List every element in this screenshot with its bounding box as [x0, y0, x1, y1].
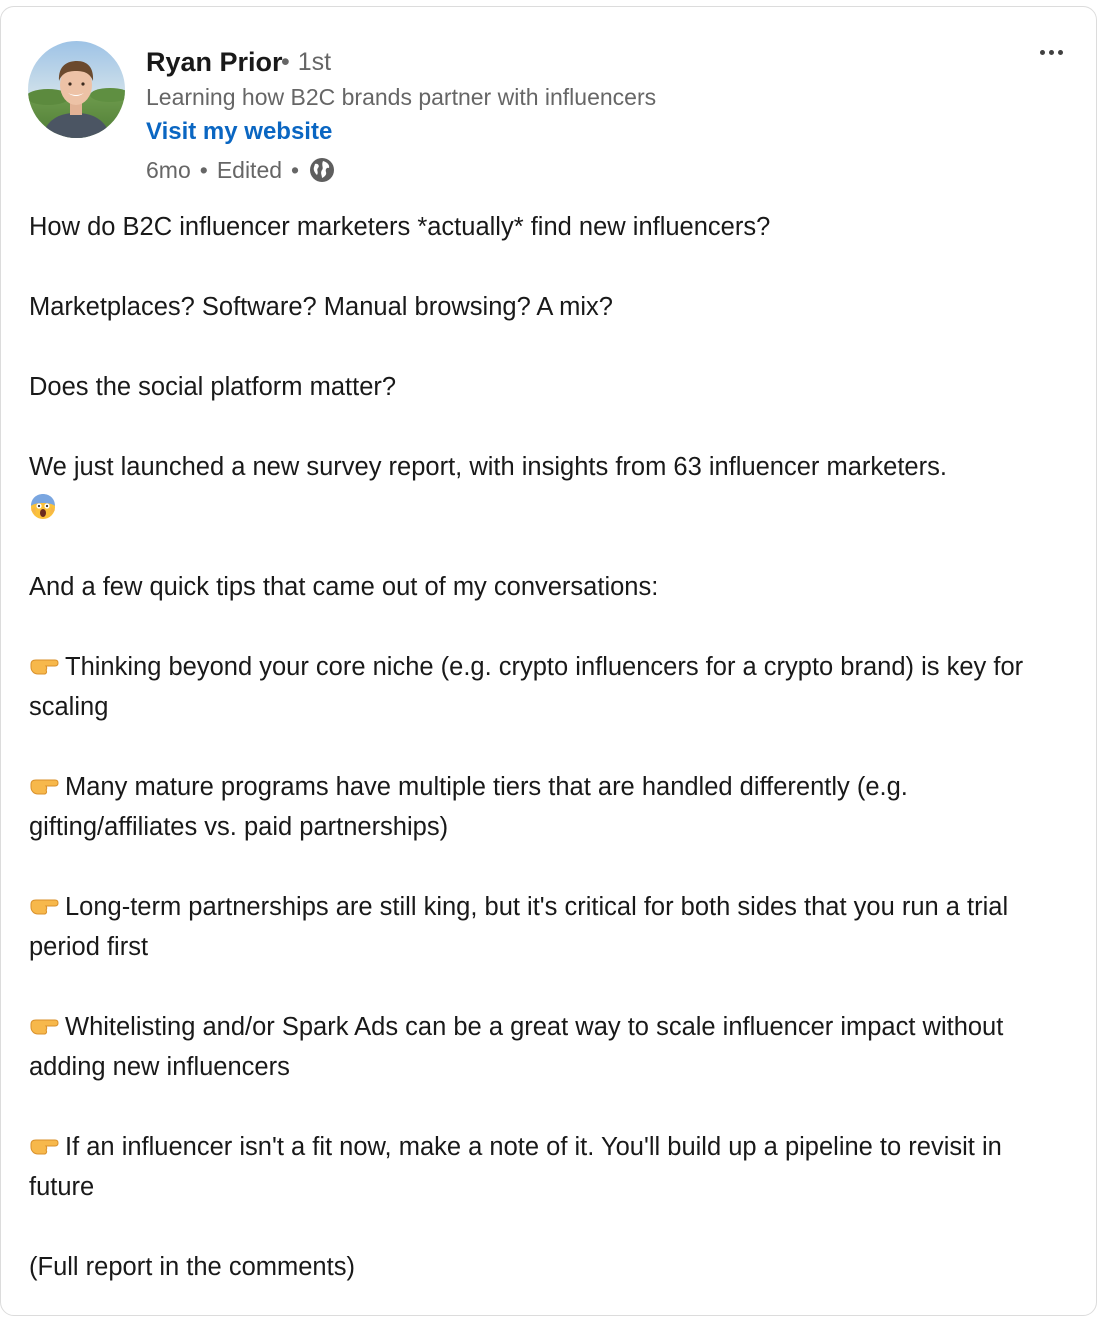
post-body: How do B2C influencer marketers *actuall… — [29, 207, 1069, 1327]
post-time: 6mo — [146, 156, 191, 183]
backhand-index-pointing-right-icon — [29, 1129, 59, 1155]
author-headline: Learning how B2C brands partner with inf… — [146, 84, 657, 110]
backhand-index-pointing-right-icon — [29, 1009, 59, 1035]
tip-item: Long-term partnerships are still king, b… — [29, 887, 1069, 967]
author-name[interactable]: Ryan Prior — [146, 47, 283, 78]
meta-separator: • — [199, 156, 208, 183]
post-card: Ryan Prior • 1st Learning how B2C brands … — [0, 6, 1097, 1316]
tip-text: Whitelisting and/or Spark Ads can be a g… — [29, 1013, 1004, 1081]
post-paragraph: Does the social platform matter? — [29, 373, 397, 401]
survey-text: We just launched a new survey report, wi… — [29, 453, 947, 481]
edited-label: Edited — [216, 156, 283, 183]
tip-item: If an influencer isn't a fit now, make a… — [29, 1127, 1069, 1207]
ellipsis-icon — [1039, 49, 1063, 55]
post-paragraph: We just launched a new survey report, wi… — [29, 447, 959, 527]
degree-separator: • — [281, 48, 290, 76]
visit-website-link[interactable]: Visit my website — [146, 118, 332, 146]
globe-icon — [308, 156, 336, 184]
post-paragraph: (Full report in the comments) — [29, 1253, 355, 1281]
backhand-index-pointing-right-icon — [29, 889, 59, 915]
backhand-index-pointing-right-icon — [29, 649, 59, 675]
connection-degree: • 1st — [281, 48, 331, 77]
tip-item: Thinking beyond your core niche (e.g. cr… — [29, 647, 1069, 727]
more-options-button[interactable] — [1031, 37, 1071, 67]
post-meta: 6mo • Edited • — [146, 155, 336, 185]
face-screaming-in-fear-icon — [29, 492, 57, 520]
degree-label: 1st — [297, 48, 332, 76]
tip-text: Long-term partnerships are still king, b… — [29, 893, 1009, 961]
tip-text: Many mature programs have multiple tiers… — [29, 773, 908, 841]
post-paragraph: And a few quick tips that came out of my… — [29, 573, 659, 601]
tip-text: If an influencer isn't a fit now, make a… — [29, 1133, 1002, 1201]
meta-separator: • — [291, 156, 300, 183]
post-paragraph: How do B2C influencer marketers *actuall… — [29, 213, 771, 241]
author-avatar[interactable] — [28, 41, 125, 138]
tip-text: Thinking beyond your core niche (e.g. cr… — [29, 653, 1024, 721]
backhand-index-pointing-right-icon — [29, 769, 59, 795]
tip-item: Many mature programs have multiple tiers… — [29, 767, 1069, 847]
post-paragraph: Marketplaces? Software? Manual browsing?… — [29, 293, 613, 321]
tip-item: Whitelisting and/or Spark Ads can be a g… — [29, 1007, 1069, 1087]
